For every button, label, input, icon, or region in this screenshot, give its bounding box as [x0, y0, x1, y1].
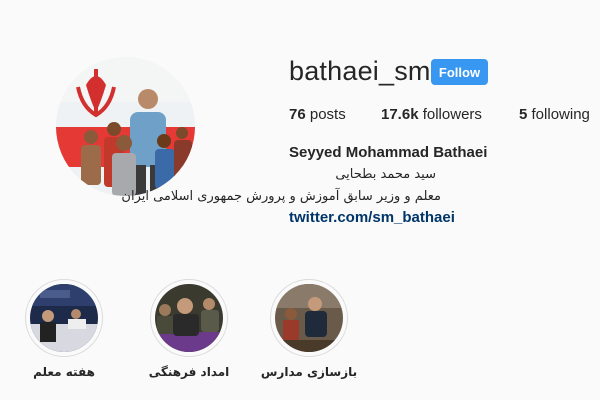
bio-line-name: سید محمد بطحایی — [335, 167, 436, 182]
profile-username: bathaei_sm — [289, 56, 431, 86]
posts-count: 76 — [289, 106, 306, 123]
follow-button[interactable]: Follow — [431, 59, 488, 85]
highlight-ring — [270, 279, 348, 357]
followers-count: 17.6k — [381, 106, 419, 123]
posts-label: posts — [309, 106, 346, 123]
posts-stat: 76 posts — [289, 106, 346, 123]
classroom-photo-icon — [30, 284, 98, 352]
bio-link[interactable]: twitter.com/sm_bathaei — [289, 209, 455, 226]
highlight-ring — [25, 279, 103, 357]
highlight-ring — [150, 279, 228, 357]
highlight-label: بازسازی مدارس — [260, 365, 358, 379]
followers-label: followers — [422, 106, 482, 123]
school-photo-icon — [275, 284, 343, 352]
highlight-label: هفته معلم — [33, 365, 95, 379]
profile-page: bathaei_sm Follow 76 posts 17.6k followe… — [0, 0, 600, 400]
highlight-item[interactable]: امداد فرهنگی — [134, 279, 244, 379]
avatar-photo — [56, 57, 195, 196]
highlight-item[interactable]: هفته معلم — [9, 279, 119, 379]
following-label: following — [531, 106, 590, 123]
followers-stat[interactable]: 17.6k followers — [381, 106, 482, 123]
following-count: 5 — [519, 106, 528, 123]
profile-stats: 76 posts 17.6k followers 5 following — [289, 106, 600, 126]
highlight-item[interactable]: بازسازی مدارس — [254, 279, 364, 379]
profile-full-name: Seyyed Mohammad Bathaei — [289, 144, 488, 161]
highlight-cover — [275, 284, 343, 352]
highlight-cover — [155, 284, 223, 352]
bio-line-description: معلم و وزیر سابق آموزش و پرورش جمهوری اس… — [121, 189, 441, 204]
highlight-cover — [30, 284, 98, 352]
following-stat[interactable]: 5 following — [519, 106, 590, 123]
profile-avatar[interactable] — [56, 57, 195, 196]
people-photo-icon — [155, 284, 223, 352]
highlight-label: امداد فرهنگی — [148, 365, 230, 379]
